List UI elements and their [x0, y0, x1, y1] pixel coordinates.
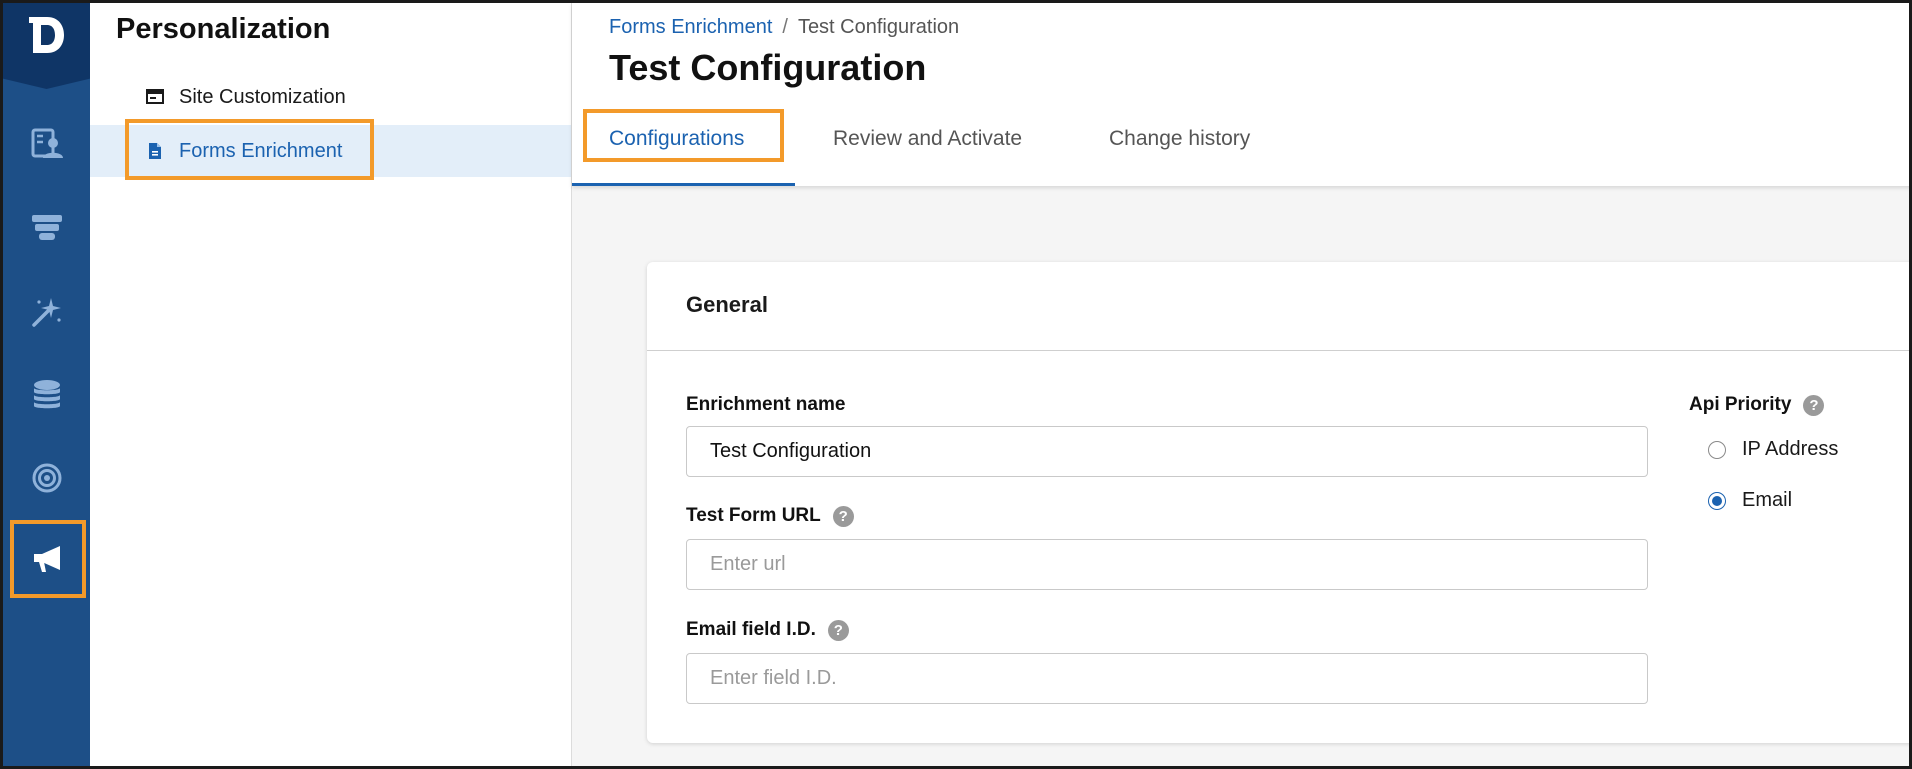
tab-label: Change history: [1109, 127, 1251, 150]
field-label: Api Priority: [1689, 394, 1792, 415]
email-field-id-label: Email field I.D. ?: [686, 619, 849, 641]
tab-review-and-activate[interactable]: Review and Activate: [833, 111, 1022, 186]
radio-button[interactable]: [1708, 491, 1726, 510]
rail-target[interactable]: [3, 441, 90, 515]
breadcrumb-separator: /: [782, 16, 788, 38]
field-label: Email field I.D.: [686, 619, 816, 640]
enrichment-name-input[interactable]: [686, 426, 1648, 477]
logo-icon: [28, 17, 64, 53]
rail-contacts[interactable]: [3, 107, 90, 181]
tab-configurations[interactable]: Configurations: [572, 111, 795, 186]
rail-database[interactable]: [3, 358, 90, 432]
card-title: General: [686, 292, 768, 317]
email-field-id-input[interactable]: [686, 653, 1648, 704]
tab-label: Configurations: [609, 127, 745, 150]
page-header: Forms Enrichment / Test Configuration Te…: [572, 3, 1909, 186]
page-title: Test Configuration: [609, 47, 927, 88]
personalization-sidebar: Personalization Site Customization Forms…: [90, 3, 572, 766]
general-card: General Enrichment name Test Form URL ? …: [647, 262, 1909, 743]
help-icon[interactable]: ?: [1803, 394, 1825, 416]
funnel-icon: [31, 215, 62, 240]
contacts-icon: [31, 128, 63, 158]
enrichment-name-label: Enrichment name: [686, 394, 845, 416]
breadcrumb-link-forms-enrichment[interactable]: Forms Enrichment: [609, 16, 772, 39]
browser-window-icon: [145, 87, 165, 107]
radio-button[interactable]: [1708, 440, 1726, 459]
field-label: Enrichment name: [686, 394, 846, 415]
breadcrumb: Forms Enrichment / Test Configuration: [609, 16, 959, 39]
divider: [647, 350, 1909, 351]
megaphone-icon: [34, 546, 60, 572]
logo[interactable]: [3, 3, 90, 89]
rail-magic[interactable]: [3, 275, 90, 349]
database-icon: [33, 380, 60, 409]
test-form-url-label: Test Form URL ?: [686, 505, 854, 527]
api-priority-label: Api Priority ?: [1689, 394, 1825, 416]
sidebar-item-label: Forms Enrichment: [179, 139, 343, 162]
rail-campaigns[interactable]: [10, 520, 86, 598]
sidebar-title: Personalization: [116, 13, 331, 45]
help-icon[interactable]: ?: [832, 505, 854, 527]
sidebar-item-label: Site Customization: [179, 85, 346, 108]
radio-ip-address[interactable]: IP Address: [1708, 438, 1838, 461]
field-label: Test Form URL: [686, 505, 821, 526]
app-window: Personalization Site Customization Forms…: [0, 0, 1912, 769]
tab-change-history[interactable]: Change history: [1109, 111, 1250, 186]
radio-email[interactable]: Email: [1708, 489, 1792, 512]
target-icon: [32, 463, 61, 493]
radio-label: Email: [1742, 489, 1793, 511]
sidebar-item-site-customization[interactable]: Site Customization: [90, 71, 571, 123]
document-icon: [145, 141, 165, 161]
main-content: Forms Enrichment / Test Configuration Te…: [572, 3, 1909, 766]
radio-label: IP Address: [1742, 438, 1839, 460]
tab-label: Review and Activate: [833, 127, 1023, 150]
rail-funnel[interactable]: [3, 191, 90, 265]
test-form-url-input[interactable]: [686, 539, 1648, 590]
breadcrumb-current: Test Configuration: [797, 16, 960, 38]
icon-rail: [3, 3, 90, 766]
sidebar-item-forms-enrichment[interactable]: Forms Enrichment: [90, 125, 571, 177]
magic-wand-icon: [31, 298, 61, 327]
help-icon[interactable]: ?: [827, 619, 849, 641]
